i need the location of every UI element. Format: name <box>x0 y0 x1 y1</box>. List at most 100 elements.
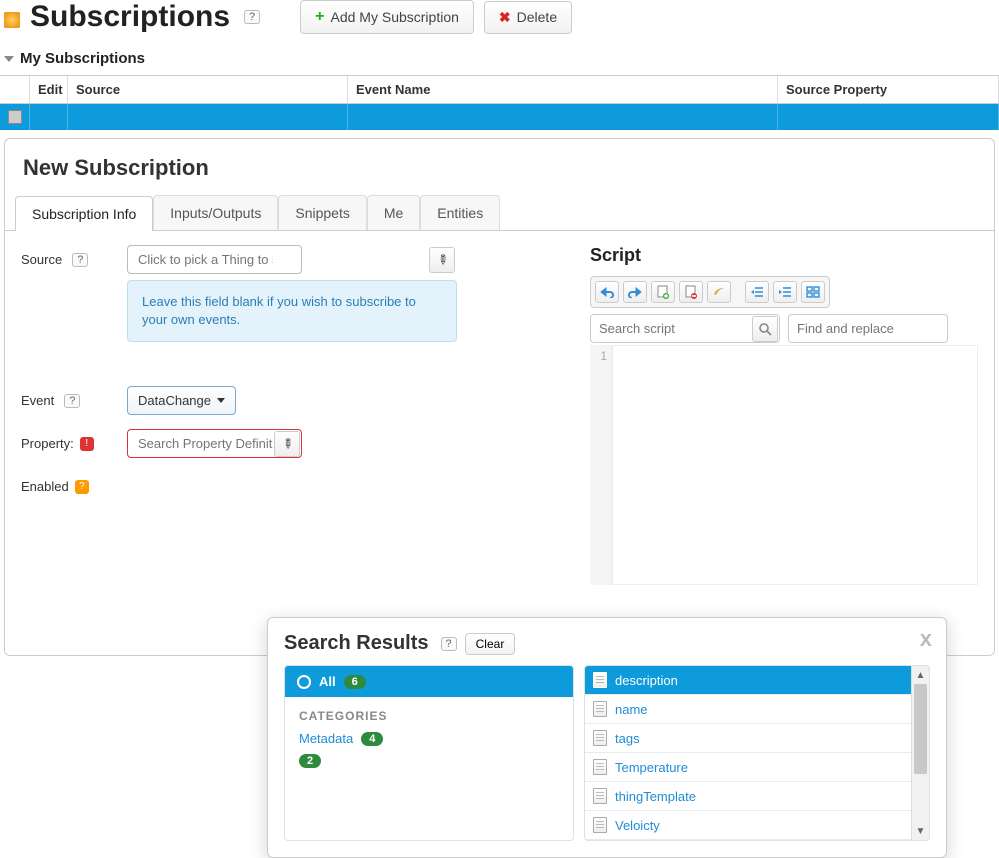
file-icon <box>593 730 607 746</box>
search-button[interactable] <box>752 316 778 342</box>
chevron-down-icon <box>217 398 225 403</box>
file-icon <box>593 788 607 804</box>
category-all-count: 6 <box>344 675 366 689</box>
categories-panel: All 6 CATEGORIES Metadata 4 2 <box>284 665 574 841</box>
search-results-popup: x Search Results ? Clear All 6 CATEGORIE… <box>267 617 947 858</box>
wand-icon: ✎ <box>277 435 296 454</box>
result-label: Veloicty <box>615 818 660 833</box>
page-title: Subscriptions <box>30 0 230 34</box>
property-label: Property: <box>21 436 74 451</box>
delete-button[interactable]: ✖ Delete <box>484 1 572 34</box>
result-label: name <box>615 702 648 717</box>
clear-button[interactable]: Clear <box>465 633 516 655</box>
code-gutter: 1 <box>590 345 612 585</box>
results-panel: description name tags Temperature thingT… <box>584 665 930 841</box>
close-icon[interactable]: x <box>920 626 932 652</box>
scroll-up-icon[interactable]: ▲ <box>912 666 929 684</box>
category-metadata[interactable]: Metadata 4 <box>299 731 559 746</box>
x-icon: ✖ <box>499 9 511 26</box>
col-property[interactable]: Source Property <box>778 76 999 103</box>
panel-title: New Subscription <box>5 139 994 195</box>
subscription-panel: New Subscription Subscription Info Input… <box>4 138 995 656</box>
page-add-button[interactable] <box>651 281 675 303</box>
result-label: Temperature <box>615 760 688 775</box>
tab-snippets[interactable]: Snippets <box>278 195 366 230</box>
result-label: thingTemplate <box>615 789 696 804</box>
tab-subscription-info[interactable]: Subscription Info <box>15 196 153 231</box>
row-checkbox[interactable] <box>8 110 22 124</box>
search-icon <box>758 322 772 336</box>
help-icon[interactable]: ? <box>441 637 457 651</box>
scroll-thumb[interactable] <box>914 684 927 774</box>
result-temperature[interactable]: Temperature <box>585 753 929 782</box>
enabled-label: Enabled <box>21 479 69 494</box>
grid-row-selected[interactable] <box>0 104 999 130</box>
help-icon[interactable]: ? <box>72 253 88 267</box>
script-toolbar <box>590 276 830 308</box>
result-tags[interactable]: tags <box>585 724 929 753</box>
event-select[interactable]: DataChange <box>127 386 236 415</box>
lightbulb-icon <box>4 12 20 28</box>
undo-button[interactable] <box>595 281 619 303</box>
col-event[interactable]: Event Name <box>348 76 778 103</box>
result-label: tags <box>615 731 640 746</box>
file-icon <box>593 672 607 688</box>
required-icon: ! <box>80 437 94 451</box>
event-value: DataChange <box>138 393 211 408</box>
help-icon[interactable]: ? <box>244 10 260 24</box>
script-section: Script 1 <box>578 245 978 585</box>
result-velocity[interactable]: Veloicty <box>585 811 929 840</box>
format-button[interactable] <box>801 281 825 303</box>
scroll-down-icon[interactable]: ▼ <box>912 822 929 840</box>
category-metadata-label: Metadata <box>299 731 353 746</box>
collapse-icon <box>4 56 14 62</box>
category-metadata-count: 4 <box>361 732 383 746</box>
plus-icon: + <box>315 8 324 26</box>
result-thingtemplate[interactable]: thingTemplate <box>585 782 929 811</box>
source-label: Source <box>21 252 62 267</box>
page-header: Subscriptions ? + Add My Subscription ✖ … <box>0 0 999 44</box>
col-edit[interactable]: Edit <box>30 76 68 103</box>
source-input[interactable] <box>127 245 302 274</box>
add-subscription-button[interactable]: + Add My Subscription <box>300 0 474 34</box>
find-replace-input[interactable] <box>788 314 948 343</box>
outdent-button[interactable] <box>745 281 769 303</box>
tab-me[interactable]: Me <box>367 195 420 230</box>
result-description[interactable]: description <box>585 666 929 695</box>
page-remove-button[interactable] <box>679 281 703 303</box>
scrollbar[interactable]: ▲ ▼ <box>911 666 929 840</box>
delete-label: Delete <box>517 9 557 25</box>
globe-icon <box>297 675 311 689</box>
indent-button[interactable] <box>773 281 797 303</box>
col-source[interactable]: Source <box>68 76 348 103</box>
section-title: My Subscriptions <box>20 50 145 67</box>
wand-button[interactable]: ✎ <box>274 431 300 457</box>
popup-title: Search Results <box>284 632 429 655</box>
form-area: Source? ✎ Leave this field blank if you … <box>21 245 578 585</box>
categories-heading: CATEGORIES <box>299 709 559 723</box>
redo-button[interactable] <box>623 281 647 303</box>
code-editor[interactable] <box>612 345 978 585</box>
tab-bar: Subscription Info Inputs/Outputs Snippet… <box>5 195 994 231</box>
help-icon[interactable]: ? <box>64 394 80 408</box>
grid-header: Edit Source Event Name Source Property <box>0 75 999 104</box>
check-button[interactable] <box>707 281 731 303</box>
category-all[interactable]: All 6 <box>285 666 573 697</box>
category-unnamed-count: 2 <box>299 754 321 768</box>
file-icon <box>593 759 607 775</box>
tab-entities[interactable]: Entities <box>420 195 500 230</box>
tab-inputs-outputs[interactable]: Inputs/Outputs <box>153 195 278 230</box>
wand-button[interactable]: ✎ <box>429 247 455 273</box>
result-name[interactable]: name <box>585 695 929 724</box>
section-header[interactable]: My Subscriptions <box>0 44 999 75</box>
file-icon <box>593 701 607 717</box>
add-subscription-label: Add My Subscription <box>331 9 459 25</box>
result-label: description <box>615 673 678 688</box>
file-icon <box>593 817 607 833</box>
event-label: Event <box>21 393 54 408</box>
category-unnamed[interactable]: 2 <box>299 754 559 768</box>
warning-icon: ? <box>75 480 89 494</box>
script-title: Script <box>590 245 978 266</box>
source-hint: Leave this field blank if you wish to su… <box>127 280 457 342</box>
wand-icon: ✎ <box>432 250 451 269</box>
